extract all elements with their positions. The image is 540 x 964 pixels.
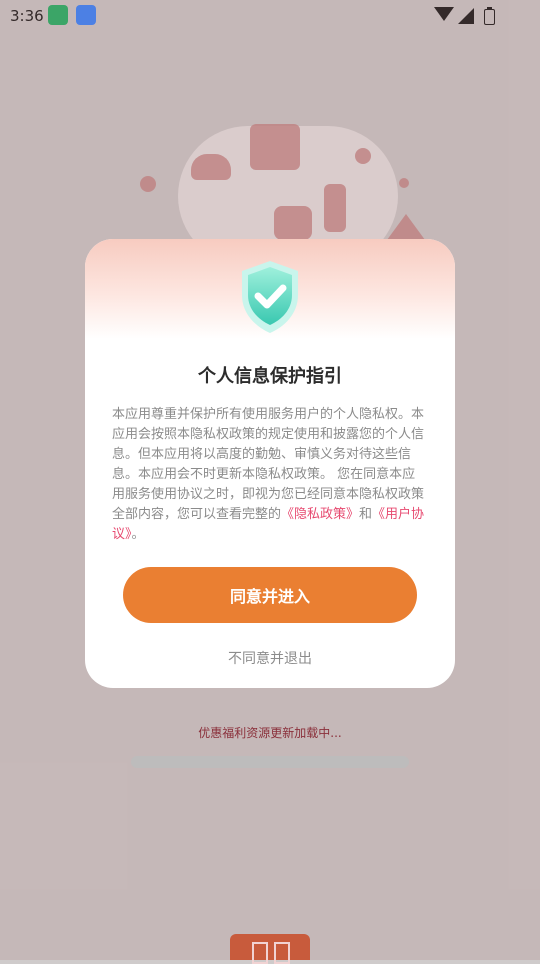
privacy-dialog: 个人信息保护指引 本应用尊重并保护所有使用服务用户的个人隐私权。本应用会按照本隐… [85, 239, 455, 688]
loading-progress-bar [131, 756, 409, 768]
shield-check-icon [242, 261, 298, 333]
description-end: 。 [131, 527, 145, 542]
agree-and-enter-button[interactable]: 同意并进入 [123, 567, 417, 623]
dialog-title: 个人信息保护指引 [198, 366, 342, 387]
privacy-description: 本应用尊重并保护所有使用服务用户的个人隐私权。本应用会按照本隐私权政策的规定使用… [112, 405, 428, 545]
privacy-description-main: 本应用尊重并保护所有使用服务用户的个人隐私权。本应用会按照本隐私权政策的规定使用… [112, 407, 425, 522]
privacy-policy-link[interactable]: 《隐私政策》 [281, 507, 359, 522]
app-screen: 3:36 个人信息保护指引 本应用尊重并保护所有使用服务用户的个人隐私权。本应用… [0, 0, 540, 964]
link-connector: 和 [359, 507, 373, 522]
bottom-brand-logo [230, 934, 310, 964]
disagree-and-exit-button[interactable]: 不同意并退出 [85, 647, 455, 669]
loading-status-text: 优惠福利资源更新加载中... [198, 726, 342, 740]
